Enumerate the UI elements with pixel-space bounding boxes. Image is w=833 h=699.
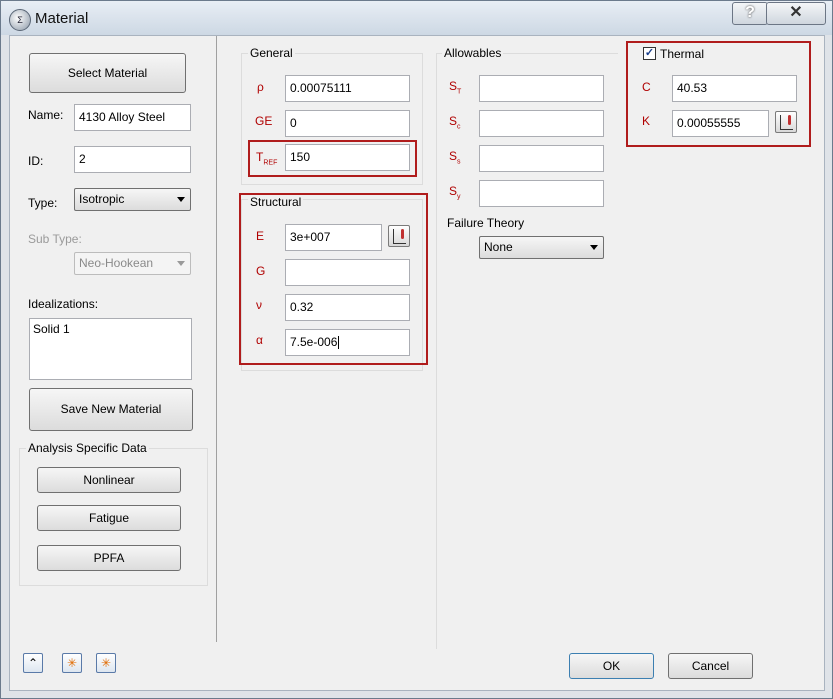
type-label: Type:: [28, 196, 58, 210]
sc-symbol-sub: c: [457, 123, 461, 131]
idealizations-list[interactable]: Solid 1: [29, 318, 192, 380]
failure-theory-select[interactable]: None: [479, 236, 604, 259]
general-title: General: [248, 46, 295, 60]
close-button[interactable]: ✕: [766, 2, 826, 25]
ss-symbol-letter: S: [449, 149, 458, 163]
help-button[interactable]: ?: [732, 2, 768, 25]
allowables-title: Allowables: [442, 46, 504, 60]
chevron-down-icon: [177, 261, 185, 266]
chart-glyph: [780, 115, 793, 130]
nonlinear-button[interactable]: Nonlinear: [37, 467, 181, 493]
ok-button[interactable]: OK: [569, 653, 654, 679]
failure-theory-label: Failure Theory: [447, 216, 525, 230]
sc-symbol: Sc: [449, 114, 461, 130]
dialog-body: Select Material Name: 4130 Alloy Steel I…: [9, 35, 825, 691]
allowables-group: [436, 53, 618, 649]
st-symbol-letter: S: [449, 79, 458, 93]
title-bar: Σ Material ? ✕: [1, 1, 832, 35]
select-material-button[interactable]: Select Material: [29, 53, 186, 93]
fatigue-button[interactable]: Fatigue: [37, 505, 181, 531]
sy-symbol: Sy: [449, 184, 461, 200]
subtype-select-value: Neo-Hookean: [79, 256, 154, 270]
temperature-chart-icon[interactable]: [775, 111, 797, 133]
sy-symbol-letter: S: [449, 184, 458, 198]
e-field[interactable]: 3e+007: [285, 224, 382, 251]
tref-field[interactable]: 150: [285, 144, 410, 171]
ge-symbol: GE: [255, 114, 273, 128]
c-symbol: C: [642, 80, 651, 94]
k-symbol: K: [642, 114, 651, 128]
ge-field[interactable]: 0: [285, 110, 410, 137]
id-field[interactable]: 2: [74, 146, 191, 173]
ss-field[interactable]: [479, 145, 604, 172]
id-label: ID:: [28, 154, 44, 168]
name-field[interactable]: 4130 Alloy Steel: [74, 104, 191, 131]
tref-symbol: TREF: [256, 150, 277, 166]
alpha-symbol: α: [256, 333, 263, 347]
rho-field[interactable]: 0.00075111: [285, 75, 410, 102]
e-symbol: E: [256, 229, 265, 243]
chevron-down-icon: [177, 197, 185, 202]
multi-star-icon[interactable]: ✳: [96, 653, 116, 673]
cancel-button[interactable]: Cancel: [668, 653, 753, 679]
type-select-value: Isotropic: [79, 192, 125, 206]
g-symbol: G: [256, 264, 266, 278]
app-icon: Σ: [9, 9, 31, 31]
name-label: Name:: [28, 108, 64, 122]
save-new-material-button[interactable]: Save New Material: [29, 388, 193, 431]
nu-field[interactable]: 0.32: [285, 294, 410, 321]
sy-symbol-sub: y: [457, 193, 461, 201]
subtype-select[interactable]: Neo-Hookean: [74, 252, 191, 275]
subtype-label: Sub Type:: [28, 232, 82, 246]
collapse-icon[interactable]: ⌃: [23, 653, 43, 673]
sc-symbol-letter: S: [449, 114, 458, 128]
st-field[interactable]: [479, 75, 604, 102]
tref-symbol-sub: REF: [263, 159, 278, 167]
sc-field[interactable]: [479, 110, 604, 137]
structural-title: Structural: [248, 195, 304, 209]
list-item[interactable]: Solid 1: [33, 322, 188, 336]
ss-symbol: Ss: [449, 149, 461, 165]
analysis-specific-title: Analysis Specific Data: [26, 441, 149, 455]
temperature-chart-icon[interactable]: [388, 225, 410, 247]
type-select[interactable]: Isotropic: [74, 188, 191, 211]
text-caret: [338, 336, 340, 350]
ppfa-button[interactable]: PPFA: [37, 545, 181, 571]
chart-glyph: [393, 229, 406, 244]
ss-symbol-sub: s: [457, 158, 461, 166]
nu-symbol: ν: [256, 298, 262, 312]
window-title: Material: [35, 10, 89, 27]
alpha-field-value: 7.5e-006: [290, 335, 338, 349]
st-symbol: ST: [449, 79, 461, 95]
rho-symbol: ρ: [257, 80, 264, 94]
c-field[interactable]: 40.53: [672, 75, 797, 102]
st-symbol-sub: T: [457, 88, 462, 96]
star-icon[interactable]: ✳: [62, 653, 82, 673]
thermal-title: Thermal: [660, 47, 705, 61]
k-field[interactable]: 0.00055555: [672, 110, 769, 137]
material-dialog: Σ Material ? ✕ Select Material Name: 413…: [0, 0, 833, 699]
left-panel: Select Material Name: 4130 Alloy Steel I…: [10, 36, 217, 642]
failure-theory-value: None: [484, 240, 513, 254]
chevron-down-icon: [590, 245, 598, 250]
g-field[interactable]: [285, 259, 410, 286]
sy-field[interactable]: [479, 180, 604, 207]
alpha-field[interactable]: 7.5e-006: [285, 329, 410, 356]
idealizations-label: Idealizations:: [28, 297, 99, 311]
thermal-checkbox[interactable]: ✓: [643, 47, 656, 60]
